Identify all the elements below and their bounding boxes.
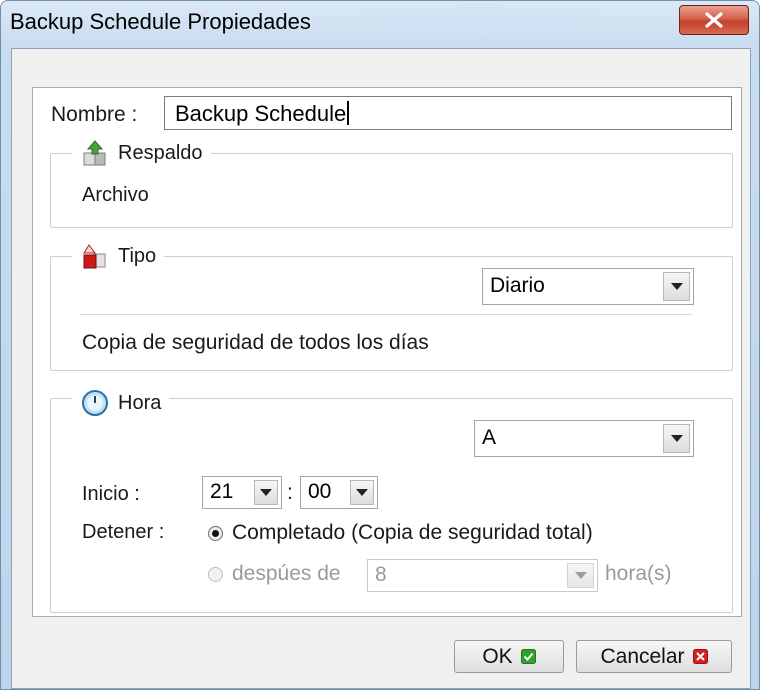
tipo-select-value: Diario	[490, 274, 545, 297]
text-caret	[347, 101, 350, 125]
clock-icon	[82, 390, 108, 416]
name-input[interactable]: Backup Schedule	[164, 96, 732, 130]
tipo-separator	[80, 314, 692, 315]
cancel-button-label: Cancelar	[600, 644, 685, 668]
tipo-title: Tipo	[118, 244, 157, 267]
name-label: Nombre :	[51, 103, 138, 126]
chevron-down-icon	[670, 435, 683, 442]
chevron-down-icon	[356, 489, 368, 496]
after-hours-input[interactable]: 8	[367, 559, 598, 592]
inicio-label: Inicio :	[82, 483, 140, 505]
name-input-value: Backup Schedule	[175, 101, 347, 126]
hora-legend: Hora	[72, 388, 170, 418]
inicio-hour-arrow[interactable]	[254, 480, 278, 505]
respaldo-legend: Respaldo	[72, 138, 211, 168]
inicio-hour-value: 21	[210, 480, 234, 503]
check-icon	[520, 649, 536, 664]
inicio-minute-arrow[interactable]	[350, 480, 374, 505]
cancel-icon	[692, 649, 708, 664]
inicio-minute-value: 00	[308, 480, 332, 503]
inicio-minute-select[interactable]: 00	[300, 476, 378, 509]
close-button[interactable]	[679, 5, 749, 35]
red-box-icon	[83, 244, 106, 269]
title-bar[interactable]: Backup Schedule Propiedades	[1, 1, 759, 45]
detener-label: Detener :	[82, 521, 165, 543]
close-icon	[705, 12, 723, 28]
tipo-legend: Tipo	[72, 241, 165, 271]
radio-selected-dot	[212, 530, 219, 537]
after-option-label[interactable]: despúes de	[232, 562, 341, 586]
chevron-down-icon	[574, 572, 587, 579]
tipo-select-arrow[interactable]	[663, 272, 690, 301]
tipo-description: Copia de seguridad de todos los días	[82, 331, 429, 354]
completed-radio[interactable]	[208, 526, 223, 541]
after-unit-label: hora(s)	[605, 562, 672, 585]
time-separator: :	[287, 481, 293, 504]
ok-button-label: OK	[482, 644, 513, 668]
after-hours-arrow[interactable]	[567, 563, 594, 588]
hora-select-value: A	[482, 426, 497, 449]
hora-select-arrow[interactable]	[663, 424, 690, 453]
after-hours-value: 8	[375, 563, 387, 586]
tipo-select[interactable]: Diario	[482, 268, 694, 305]
ok-button[interactable]: OK	[454, 640, 564, 673]
inicio-hour-select[interactable]: 21	[202, 476, 282, 509]
cancel-button[interactable]: Cancelar	[576, 640, 732, 673]
chevron-down-icon	[260, 489, 272, 496]
upload-box-icon	[83, 140, 106, 166]
title-bar-glow	[361, 7, 601, 37]
respaldo-value: Archivo	[82, 184, 149, 206]
hora-select[interactable]: A	[474, 420, 694, 457]
completed-option-label[interactable]: Completado (Copia de seguridad total)	[232, 521, 593, 545]
after-radio[interactable]	[208, 567, 223, 582]
respaldo-title: Respaldo	[118, 141, 203, 164]
hora-title: Hora	[118, 391, 162, 414]
window-title: Backup Schedule Propiedades	[10, 9, 311, 34]
chevron-down-icon	[670, 283, 683, 290]
